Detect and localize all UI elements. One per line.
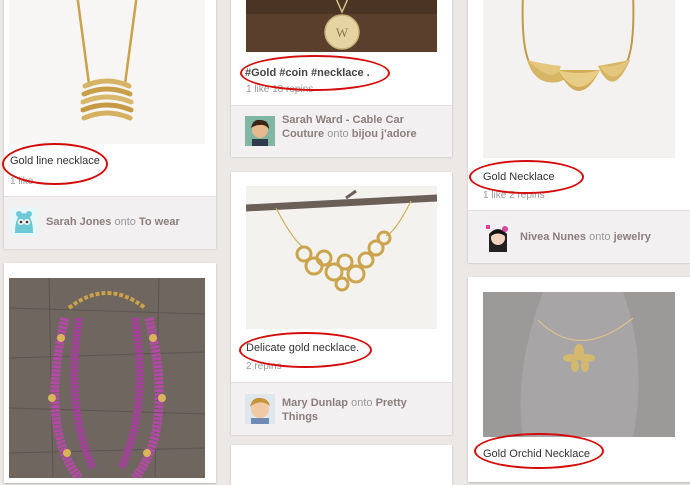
- avatar[interactable]: [245, 116, 275, 146]
- pinner-name-link[interactable]: Nivea Nunes: [520, 231, 586, 243]
- pinner-name-link[interactable]: Mary Dunlap: [282, 397, 348, 409]
- pin-image-beaded[interactable]: [9, 278, 205, 478]
- pin-card-partial[interactable]: [231, 445, 452, 485]
- pin-card-gold-necklace[interactable]: Gold Necklace 1 like 2 repins Nivea Nune…: [468, 0, 690, 263]
- board-link[interactable]: To wear: [139, 216, 180, 228]
- pin-card-gold-line[interactable]: Gold line necklace 1 like Sarah Jones on…: [4, 0, 216, 249]
- pin-description: Gold Necklace: [483, 171, 555, 183]
- pin-attribution: Sarah Jones onto To wear: [4, 196, 216, 249]
- pin-image-orchid[interactable]: [483, 292, 675, 437]
- pin-image-gold-line[interactable]: [9, 0, 205, 144]
- pin-card-delicate[interactable]: Delicate gold necklace. 2 repins Mary Du…: [231, 172, 452, 435]
- pin-stats: 1 like: [10, 176, 34, 187]
- board-link[interactable]: jewelry: [614, 231, 651, 243]
- pin-description: Gold Orchid Necklace: [483, 448, 590, 460]
- pin-attribution: Mary Dunlap onto Pretty Things: [231, 382, 452, 435]
- pin-attribution: Sarah Ward - Cable Car Couture onto bijo…: [231, 105, 452, 157]
- onto-text: onto: [327, 128, 349, 140]
- pin-image-coin[interactable]: W: [246, 0, 437, 52]
- pin-stats: 1 like 2 repins: [483, 190, 545, 201]
- pin-image-gold-necklace[interactable]: [483, 0, 675, 158]
- pin-card-coin[interactable]: W #Gold #coin #necklace . 1 like 18 repi…: [231, 0, 452, 157]
- coin-letter: W: [336, 25, 349, 40]
- pin-description: Delicate gold necklace.: [246, 342, 360, 354]
- onto-text: onto: [351, 397, 373, 409]
- onto-text: onto: [589, 231, 611, 243]
- pin-description: Gold line necklace: [10, 155, 100, 167]
- pin-image-delicate[interactable]: [246, 186, 437, 329]
- avatar[interactable]: [245, 394, 275, 424]
- pin-card-beaded[interactable]: [4, 263, 216, 483]
- pin-stats: 2 repins: [246, 361, 282, 372]
- pin-card-orchid[interactable]: Gold Orchid Necklace: [468, 277, 690, 482]
- avatar[interactable]: [9, 207, 39, 237]
- avatar[interactable]: [483, 222, 513, 252]
- onto-text: onto: [114, 216, 136, 228]
- pin-attribution: Nivea Nunes onto jewelry: [468, 210, 690, 263]
- board-link[interactable]: bijou j'adore: [352, 128, 417, 140]
- pin-description: #Gold #coin #necklace .: [245, 67, 370, 79]
- pinner-name-link[interactable]: Sarah Jones: [46, 216, 111, 228]
- pin-stats: 1 like 18 repins: [246, 84, 314, 95]
